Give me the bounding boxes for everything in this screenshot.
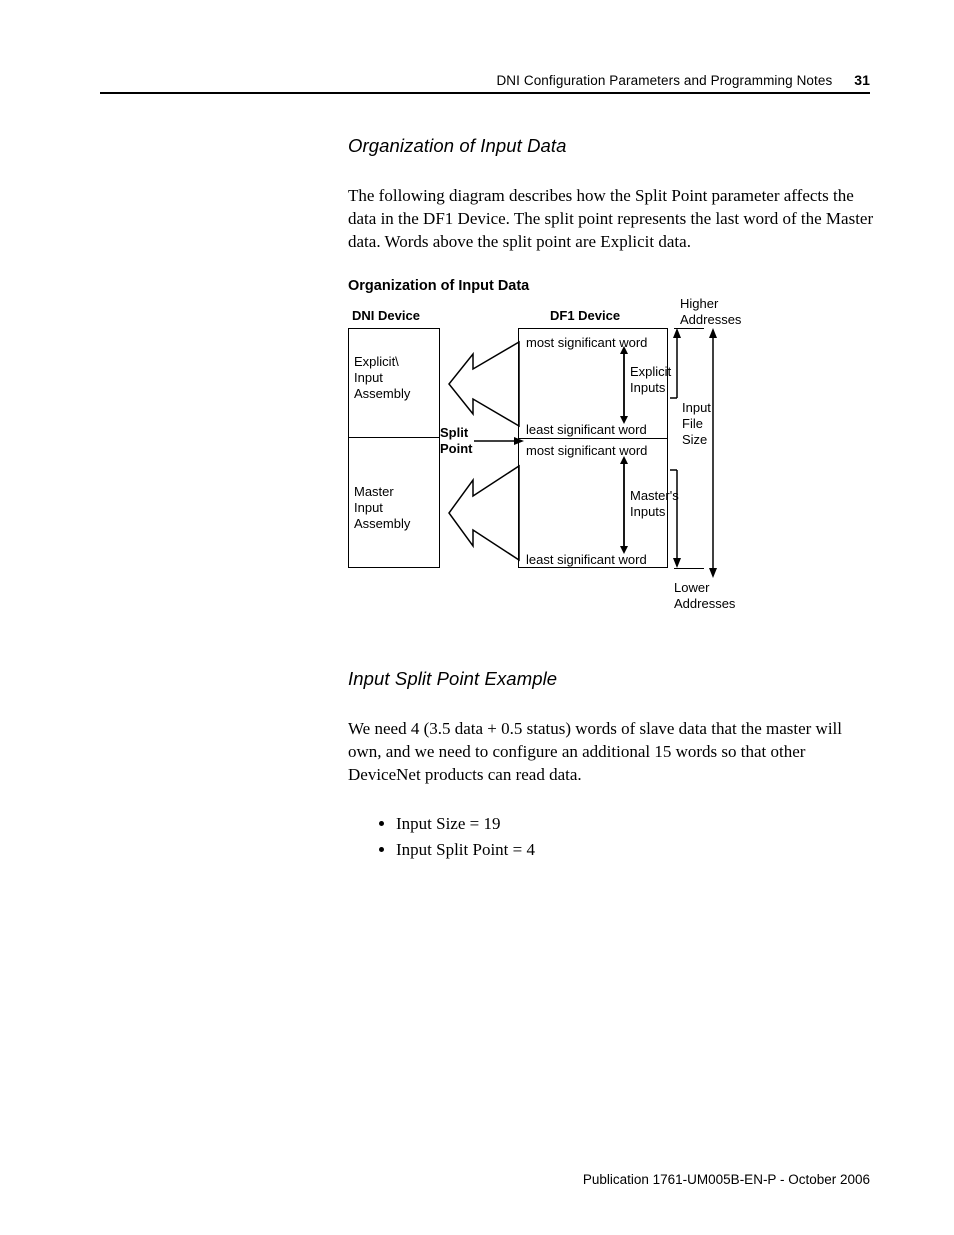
master-assembly-label: Master Input Assembly — [354, 484, 410, 533]
bullet-split-point: Input Split Point = 4 — [396, 837, 878, 863]
higher-tick — [674, 328, 704, 330]
lsw-2: least significant word — [526, 552, 647, 568]
header-rule — [100, 92, 870, 94]
diagram-title: Organization of Input Data — [348, 278, 878, 294]
section-heading-organization: Organization of Input Data — [348, 135, 878, 157]
input-file-size-arrow — [670, 328, 684, 568]
higher-addresses-label: Higher Addresses — [680, 296, 741, 329]
section2-paragraph: We need 4 (3.5 data + 0.5 status) words … — [348, 718, 878, 787]
bullet-list: Input Size = 19 Input Split Point = 4 — [396, 811, 878, 864]
dni-device-label: DNI Device — [352, 308, 420, 324]
page-header: DNI Configuration Parameters and Program… — [496, 72, 870, 88]
bullet-input-size: Input Size = 19 — [396, 811, 878, 837]
block-arrow-explicit — [443, 334, 523, 434]
df1-device-label: DF1 Device — [550, 308, 620, 324]
diagram-input-data: DNI Device DF1 Device Explicit\ Input As… — [348, 308, 768, 626]
explicit-assembly-label: Explicit\ Input Assembly — [354, 354, 410, 403]
block-arrow-master — [443, 458, 523, 568]
explicit-inputs-arrow — [618, 346, 630, 424]
publication-footer: Publication 1761-UM005B-EN-P - October 2… — [583, 1172, 870, 1187]
section1-paragraph: The following diagram describes how the … — [348, 185, 878, 254]
header-title: DNI Configuration Parameters and Program… — [496, 73, 832, 88]
lsw-1: least significant word — [526, 422, 647, 438]
split-point-arrow — [474, 436, 524, 446]
section-heading-example: Input Split Point Example — [348, 668, 878, 690]
address-arrow — [706, 328, 720, 578]
masters-inputs-arrow — [618, 456, 630, 554]
page-number: 31 — [854, 72, 870, 88]
lower-addresses-label: Lower Addresses — [674, 580, 735, 613]
lower-tick — [674, 568, 704, 570]
explicit-inputs-label: Explicit Inputs — [630, 364, 671, 397]
